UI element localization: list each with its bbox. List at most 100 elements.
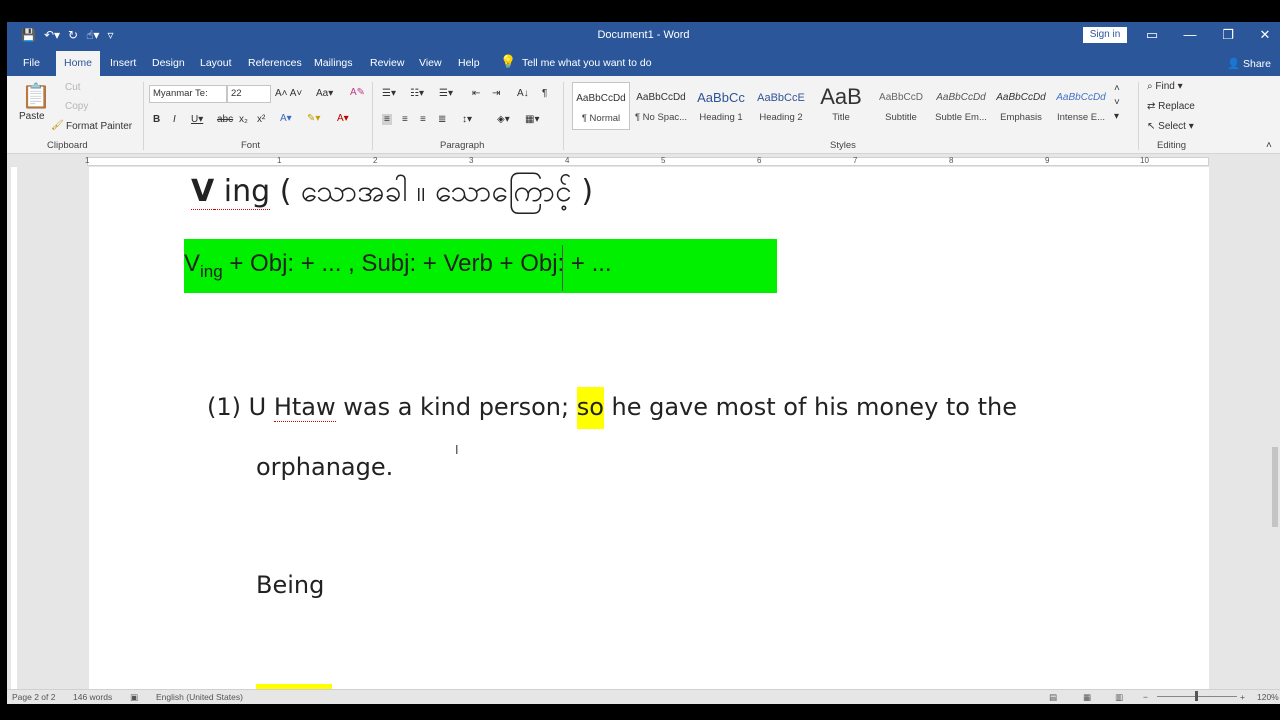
style-name: Subtitle [885, 112, 917, 123]
minimize-button[interactable]: — [1182, 27, 1198, 42]
font-color-icon[interactable]: A▾ [337, 113, 349, 124]
align-right-icon[interactable]: ≡ [420, 114, 426, 125]
vertical-ruler[interactable] [7, 167, 21, 689]
collapse-ribbon-icon[interactable]: ˄ [1266, 140, 1272, 151]
cut-button[interactable]: Cut [65, 82, 81, 93]
font-name-combo[interactable]: Myanmar Te: [149, 85, 227, 103]
numbering-icon[interactable]: ☷▾ [410, 88, 424, 99]
style-no-spacing[interactable]: AaBbCcDd ¶ No Spac... [632, 82, 690, 130]
style-subtitle[interactable]: AaBbCcD Subtitle [872, 82, 930, 130]
select-label: Select [1158, 121, 1186, 132]
font-group-label: Font [241, 140, 261, 151]
vertical-scrollbar[interactable] [1269, 167, 1280, 689]
text-cursor-icon: I [455, 443, 459, 457]
ruler-number: 9 [1045, 156, 1050, 165]
style-name: Title [832, 112, 850, 123]
ruler-number: 4 [565, 156, 570, 165]
zoom-slider-thumb[interactable] [1195, 691, 1198, 701]
close-button[interactable]: ✕ [1257, 27, 1273, 43]
paste-icon[interactable]: 📋 [21, 82, 51, 111]
tab-references[interactable]: References [248, 57, 302, 69]
horizontal-ruler[interactable]: 1 1 2 3 4 5 6 7 8 9 10 [7, 155, 1280, 167]
justify-icon[interactable]: ≣ [438, 114, 446, 125]
page-count[interactable]: Page 2 of 2 [12, 692, 55, 702]
vertical-ruler-bar [11, 167, 17, 689]
maximize-button[interactable]: ❐ [1220, 27, 1236, 43]
style-heading-1[interactable]: AaBbCc Heading 1 [692, 82, 750, 130]
increase-indent-icon[interactable]: ⇥ [492, 88, 500, 99]
sign-in-button[interactable]: Sign in [1083, 27, 1127, 43]
style-name: Heading 2 [759, 112, 803, 123]
find-button[interactable]: ⌕ Find ▾ [1147, 81, 1183, 92]
grow-font-icon[interactable]: A˄ A˅ [275, 88, 302, 99]
tab-mailings[interactable]: Mailings [314, 57, 353, 69]
font-size-combo[interactable]: 22 [227, 85, 271, 103]
lightbulb-icon: 💡 [500, 54, 517, 69]
ruler-number: 2 [373, 156, 378, 165]
copy-button[interactable]: Copy [65, 101, 88, 112]
scrollbar-thumb[interactable] [1272, 447, 1278, 527]
change-case-icon[interactable]: Aa▾ [316, 88, 333, 99]
style-sample: AaB [820, 84, 862, 109]
style-emphasis[interactable]: AaBbCcDd Emphasis [992, 82, 1050, 130]
superscript-button[interactable]: x² [257, 114, 265, 125]
paste-button[interactable]: Paste [19, 111, 45, 122]
word-count[interactable]: 146 words [73, 692, 112, 702]
strikethrough-button[interactable]: abc [217, 114, 233, 125]
web-layout-icon[interactable]: ▥ [1115, 692, 1123, 703]
align-center-icon[interactable]: ≡ [402, 114, 408, 125]
underline-button[interactable]: U▾ [191, 114, 203, 125]
language-status[interactable]: English (United States) [156, 692, 243, 702]
print-layout-icon[interactable]: ▦ [1083, 692, 1091, 703]
style-normal[interactable]: AaBbCcDd ¶ Normal [572, 82, 630, 130]
styles-gallery-scroll-icon[interactable]: ˄ ˅ ▾ [1114, 82, 1120, 124]
tab-file[interactable]: File [23, 57, 40, 69]
tell-me-search[interactable]: Tell me what you want to do [522, 57, 652, 69]
zoom-in-icon[interactable]: + [1240, 692, 1245, 702]
bold-button[interactable]: B [153, 114, 160, 125]
clipboard-group-label: Clipboard [47, 140, 88, 151]
share-button[interactable]: 👤 Share [1227, 57, 1271, 70]
share-label: Share [1243, 58, 1272, 70]
tab-help[interactable]: Help [458, 57, 480, 69]
style-title[interactable]: AaB Title [812, 82, 870, 130]
tab-insert[interactable]: Insert [110, 57, 136, 69]
document-page[interactable]: V ing ( သောအခါ ။ သောကြောင့် ) Ving + Obj… [89, 167, 1209, 689]
italic-button[interactable]: I [173, 114, 176, 125]
tab-layout[interactable]: Layout [200, 57, 232, 69]
line-spacing-icon[interactable]: ↕▾ [462, 114, 472, 125]
person-icon: 👤 [1227, 58, 1241, 70]
proofing-icon[interactable]: ▣ [130, 692, 138, 703]
style-heading-2[interactable]: AaBbCcE Heading 2 [752, 82, 810, 130]
text-effects-icon[interactable]: A▾ [280, 113, 292, 124]
select-button[interactable]: ↖ Select ▾ [1147, 121, 1194, 132]
decrease-indent-icon[interactable]: ⇤ [472, 88, 480, 99]
divider [563, 82, 564, 150]
read-mode-icon[interactable]: ▤ [1049, 692, 1057, 703]
zoom-level[interactable]: 120% [1257, 692, 1279, 702]
ruler-number: 7 [853, 156, 858, 165]
zoom-out-icon[interactable]: − [1143, 692, 1148, 702]
shading-icon[interactable]: ◈▾ [497, 114, 510, 125]
tab-view[interactable]: View [419, 57, 442, 69]
tab-home[interactable]: Home [56, 51, 101, 76]
multilevel-list-icon[interactable]: ☰▾ [439, 88, 453, 99]
style-name: Emphasis [1000, 112, 1042, 123]
style-intense-emphasis[interactable]: AaBbCcDd Intense E... [1052, 82, 1110, 130]
replace-button[interactable]: ⇄ Replace [1147, 101, 1195, 112]
borders-icon[interactable]: ▦▾ [525, 114, 539, 125]
style-subtle-emphasis[interactable]: AaBbCcDd Subtle Em... [932, 82, 990, 130]
tab-review[interactable]: Review [370, 57, 404, 69]
format-painter-button[interactable]: Format Painter [66, 121, 132, 132]
tab-design[interactable]: Design [152, 57, 185, 69]
align-left-icon[interactable]: ≡ [382, 114, 392, 125]
bullets-icon[interactable]: ☰▾ [382, 88, 396, 99]
pilcrow-icon[interactable]: ¶ [542, 88, 547, 99]
ribbon-display-icon[interactable]: ▭ [1144, 27, 1160, 43]
sort-icon[interactable]: A↓ [517, 88, 529, 99]
formula-right: Verb + Obj: + ... [443, 250, 612, 277]
search-icon: ⌕ [1147, 81, 1153, 92]
clear-formatting-icon[interactable]: A✎ [350, 87, 365, 98]
subscript-button[interactable]: x₂ [239, 114, 248, 125]
highlight-color-icon[interactable]: ✎▾ [307, 113, 320, 124]
